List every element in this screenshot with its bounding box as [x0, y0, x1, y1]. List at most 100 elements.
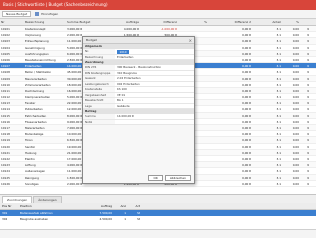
table-cell: 3.1 — [276, 33, 281, 38]
add-button[interactable]: Hinzufügen — [35, 12, 58, 16]
col-header-orders[interactable]: Aufträge — [104, 19, 140, 25]
new-budget-button[interactable]: Neues Budget — [2, 11, 32, 17]
sub-col-type[interactable]: Art — [126, 203, 140, 209]
table-cell: 9 — [307, 163, 309, 168]
sub-table-row[interactable]: 302 Baugrube ausheben 4.500,00 1 St — [0, 216, 316, 222]
table-cell: 0.00 — [292, 156, 299, 161]
table-cell: 3.1 — [276, 163, 281, 168]
assign-field[interactable]: 2.02 Erdarbeiten — [115, 76, 194, 81]
table-cell: 3.1 — [276, 181, 281, 186]
col-header-pct[interactable]: % — [178, 19, 208, 25]
table-cell: 0.00 — [292, 70, 299, 75]
table-cell: 0,00 € — [242, 64, 251, 69]
table-cell: 9 — [307, 144, 309, 149]
table-cell: 0.00 — [292, 126, 299, 130]
table-cell: Klempnerarbeiten — [25, 95, 51, 100]
bottom-tabs: Zuordnungen Änderungen — [0, 194, 316, 203]
sub-table-cell: 1 — [124, 217, 126, 221]
assign-field[interactable]: BA 1 — [115, 98, 194, 103]
table-cell: 0.00 — [292, 88, 299, 93]
table-cell: 9 — [307, 175, 309, 180]
assign-field[interactable]: Gebäude — [115, 103, 194, 108]
bez-field[interactable]: Erdarbeiten — [115, 54, 194, 59]
col-header-pct2[interactable]: % — [282, 19, 300, 25]
table-cell: 3.1 — [276, 27, 281, 31]
table-cell: 0,00 € — [242, 144, 251, 149]
table-cell: 0,00 € — [242, 169, 251, 174]
toolbar: Neues Budget Hinzufügen — [0, 10, 316, 19]
sub-col-position[interactable]: Position — [20, 203, 90, 209]
table-cell: 10111 — [1, 88, 10, 93]
col-header-nr[interactable]: Nr — [0, 19, 24, 25]
bez-label: Bezeichnung — [85, 54, 104, 59]
col-header-diff2[interactable]: Differenz 2 — [208, 19, 252, 25]
sub-col-nr[interactable]: Pos Nr — [0, 203, 20, 209]
table-cell: 0,00 € — [242, 113, 251, 118]
table-cell: 0.00 — [292, 39, 299, 44]
col-header-budget[interactable]: Summe Budget — [66, 19, 104, 25]
assign-label: Gewerk — [85, 76, 96, 80]
table-cell: 10113 — [1, 101, 10, 106]
table-cell: 0,00 € — [242, 33, 251, 38]
col-header-share[interactable]: Anteil — [252, 19, 282, 25]
other-field[interactable]: 14.000,00 € — [115, 114, 194, 119]
col-header-extra[interactable] — [300, 19, 316, 25]
table-cell: 0.00 — [292, 45, 299, 50]
assign-field[interactable]: KS 100 — [115, 87, 194, 92]
assign-label: Leistungsbereich — [85, 81, 109, 86]
table-cell: 9 — [307, 39, 309, 44]
table-cell: 0.00 — [292, 64, 299, 69]
table-cell: Estricharbeiten — [25, 113, 47, 118]
table-cell: 0.00 — [292, 175, 299, 180]
table-cell: 0,00 € — [242, 156, 251, 161]
tab-assignments[interactable]: Zuordnungen — [2, 196, 33, 203]
table-cell: 10124 — [1, 169, 10, 174]
col-header-diff[interactable]: Differenz — [140, 19, 178, 25]
table-cell: 3.1 — [276, 76, 281, 81]
table-cell: 0,00 € — [242, 119, 251, 124]
table-cell: Heizung — [25, 150, 37, 155]
cancel-button[interactable]: Abbrechen — [164, 175, 191, 181]
add-label: Hinzufügen — [41, 12, 59, 16]
table-cell: 9 — [307, 95, 309, 100]
assign-field[interactable]: VE 01 — [115, 92, 194, 97]
table-cell: 9 — [307, 101, 309, 106]
grid-header: Nr Bezeichnung Summe Budget Aufträge Dif… — [0, 19, 316, 26]
table-cell: 0.00 — [292, 27, 299, 31]
table-cell: 9 — [307, 27, 309, 31]
table-cell: 3.1 — [276, 51, 281, 56]
table-cell: 0,00 € — [242, 39, 251, 44]
close-icon[interactable]: × — [189, 38, 192, 43]
col-header-name[interactable]: Bezeichnung — [24, 19, 66, 25]
assign-field[interactable]: 310 Baugrube — [115, 70, 194, 75]
table-cell: Putzarbeiten — [25, 107, 43, 112]
table-cell: 10115 — [1, 113, 10, 118]
table-cell: 0,00 € — [242, 45, 251, 50]
table-cell: 10110 — [1, 82, 10, 87]
table-cell: Sanitär — [25, 144, 35, 149]
table-cell: Maurerarbeiten — [25, 76, 47, 81]
table-cell: 4.000,00 € — [123, 27, 139, 31]
sub-col-order[interactable]: Auftrag — [90, 203, 112, 209]
table-cell: 10104 — [1, 45, 10, 50]
table-cell: 10125 — [1, 175, 10, 180]
tab-changes[interactable]: Änderungen — [33, 196, 62, 203]
table-cell: 0,00 € — [242, 181, 251, 186]
table-cell: 0.00 — [292, 82, 299, 87]
table-cell: 10118 — [1, 132, 10, 137]
nr-field[interactable]: 1010 — [115, 49, 194, 54]
table-cell: 0.00 — [292, 107, 299, 112]
table-cell: 0,00 € — [242, 150, 251, 155]
assign-field[interactable]: 300 Bauwerk - Baukonstruktion — [115, 65, 194, 70]
assign-label: Vergabeeinheit — [85, 92, 107, 97]
table-cell: 0.00 — [292, 113, 299, 118]
table-cell: 0,00 € — [242, 138, 251, 143]
table-cell: 3.1 — [276, 169, 281, 174]
ok-button[interactable]: OK — [148, 175, 163, 181]
sub-col-qty[interactable]: Anz — [112, 203, 126, 209]
assign-field[interactable]: 002 Erdarbeiten — [115, 81, 194, 86]
table-cell: 0.00 — [292, 138, 299, 143]
other-field[interactable] — [115, 119, 194, 124]
other-label: Summe — [85, 114, 96, 118]
table-cell: 10106 — [1, 57, 10, 62]
